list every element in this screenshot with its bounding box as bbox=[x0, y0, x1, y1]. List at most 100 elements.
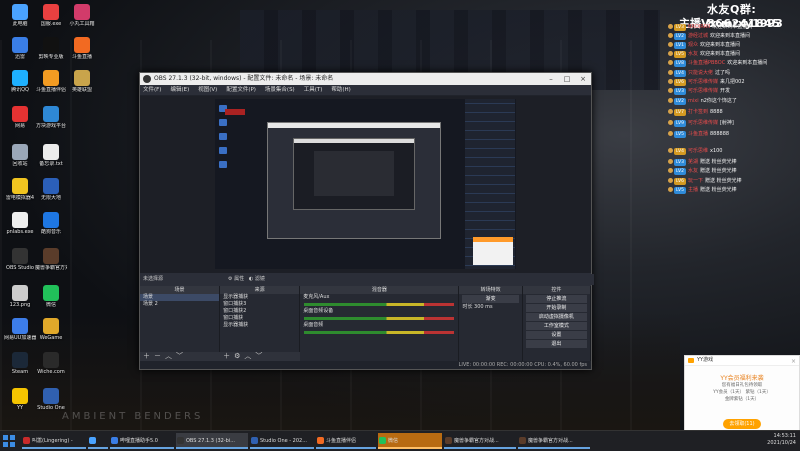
chat-username[interactable]: 芜湖 bbox=[688, 159, 698, 165]
audio-meter[interactable] bbox=[304, 331, 455, 334]
chat-username[interactable]: 观众 bbox=[688, 42, 698, 48]
audio-meter[interactable] bbox=[304, 303, 455, 306]
desktop-icon[interactable]: OBS Studio bbox=[4, 248, 36, 271]
chat-username[interactable]: mixi bbox=[688, 98, 699, 104]
chat-username[interactable]: 可乐思维传媒 bbox=[688, 88, 718, 94]
chat-username[interactable]: 水友 bbox=[688, 51, 698, 57]
obs-window[interactable]: OBS 27.1.3 (32-bit, windows) - 配置文件: 未命名… bbox=[139, 72, 594, 370]
chat-username[interactable]: 打卡签到 bbox=[688, 109, 708, 115]
taskbar-item[interactable]: Studio One - 202... bbox=[250, 433, 314, 449]
taskbar-item[interactable]: 哔哩直播助手5.0 bbox=[110, 433, 174, 449]
desktop-icon[interactable]: 方块游戏平台 bbox=[35, 106, 67, 129]
menu-tools[interactable]: 工具(T) bbox=[304, 85, 323, 95]
desktop-icon[interactable]: 无限大地 bbox=[35, 178, 67, 201]
desktop-icon[interactable]: 斗鱼直播伴侣 bbox=[35, 70, 67, 93]
desktop-icon[interactable]: 网易 bbox=[4, 106, 36, 129]
maximize-icon[interactable]: □ bbox=[559, 73, 575, 85]
menu-scene-collection[interactable]: 场景集合(S) bbox=[265, 85, 295, 95]
chat-username[interactable]: 玩一下 bbox=[688, 178, 703, 184]
exit-button[interactable]: 退出 bbox=[525, 340, 587, 348]
taskbar-item[interactable]: 魔兽争霸官方对战... bbox=[518, 433, 590, 449]
taskbar-item[interactable] bbox=[88, 433, 108, 449]
virtual-camera-button[interactable]: 启动虚拟摄像机 bbox=[525, 313, 587, 321]
filters-button[interactable]: 滤镜 bbox=[255, 276, 265, 282]
desktop-icon[interactable]: 小丸工具箱 bbox=[66, 4, 98, 27]
desktop-icon[interactable]: 剪映专业版 bbox=[35, 37, 67, 60]
desktop-icon[interactable]: 123.png bbox=[4, 285, 36, 308]
windows-start-icon[interactable] bbox=[3, 435, 15, 447]
filter-icon[interactable]: ◐ bbox=[249, 276, 253, 282]
desktop-icon[interactable]: pnlabs.exe bbox=[4, 212, 36, 235]
desktop-icon[interactable]: 迅雷 bbox=[4, 37, 36, 60]
taskbar-item[interactable]: 斗鱼直播伴侣 bbox=[316, 433, 376, 449]
source-item[interactable]: 窗口捕获 bbox=[220, 315, 299, 322]
desktop-icon[interactable]: 微信 bbox=[35, 285, 67, 308]
scene-item[interactable]: 场景 bbox=[140, 294, 220, 301]
gear-icon[interactable]: ⚙ bbox=[228, 276, 232, 282]
scenes-dock-footer[interactable]: ＋－︿﹀ bbox=[140, 352, 223, 361]
desktop-icon[interactable]: 英雄联盟 bbox=[66, 70, 98, 93]
source-item[interactable]: 显示器捕获 bbox=[220, 322, 299, 329]
scene-item[interactable]: 场景 2 bbox=[140, 301, 219, 308]
stop-streaming-button[interactable]: 停止推流 bbox=[525, 295, 587, 303]
chat-username[interactable]: 只能说大佬 bbox=[688, 70, 713, 76]
sources-dock-footer[interactable]: ＋⚙︿﹀ bbox=[220, 352, 303, 361]
chat-username[interactable]: 斗鱼直播 bbox=[688, 131, 708, 137]
close-icon[interactable]: × bbox=[575, 73, 591, 85]
system-tray-clock[interactable]: 14:53:11 2021/10/24 bbox=[767, 433, 796, 447]
menu-help[interactable]: 帮助(H) bbox=[331, 85, 350, 95]
desktop-icon[interactable]: 魔兽争霸官方对战平台 bbox=[35, 248, 67, 271]
taskbar-item[interactable]: 微信 bbox=[378, 433, 442, 449]
settings-button[interactable]: 设置 bbox=[525, 331, 587, 339]
source-item[interactable]: 窗口捕获2 bbox=[220, 308, 299, 315]
transition-select[interactable]: 渐变 bbox=[462, 295, 519, 303]
desktop-icon[interactable]: 回收站 bbox=[4, 144, 36, 167]
obs-titlebar[interactable]: OBS 27.1.3 (32-bit, windows) - 配置文件: 未命名… bbox=[140, 73, 591, 85]
chat-username[interactable]: BROIRRII bbox=[688, 24, 710, 30]
desktop-icon[interactable]: Steam bbox=[4, 352, 36, 375]
desktop-icon[interactable]: 雷电模拟器4 bbox=[4, 178, 36, 201]
desktop-icon[interactable]: 酷狗音乐 bbox=[35, 212, 67, 235]
obs-preview-area[interactable] bbox=[140, 96, 591, 273]
desktop-icon[interactable]: Wiche.com bbox=[35, 352, 67, 375]
properties-button[interactable]: 属性 bbox=[234, 276, 244, 282]
chat-text: 赠送 粉丝荧光棒 bbox=[699, 168, 737, 174]
obs-preview-canvas[interactable] bbox=[215, 99, 516, 269]
desktop-icon[interactable]: 备忘录.txt bbox=[35, 144, 67, 167]
duration-input[interactable]: 300 ms bbox=[474, 304, 493, 310]
taskbar-item[interactable]: 叫嚣(Lingering) - bbox=[22, 433, 86, 449]
chat-username[interactable]: 斗鱼直播PBBOC bbox=[688, 60, 725, 66]
desktop-icon[interactable]: 国服.exe bbox=[35, 4, 67, 27]
chat-username[interactable]: 可乐思维传媒 bbox=[688, 79, 718, 85]
desktop-icon[interactable]: 此电脑 bbox=[4, 4, 36, 27]
start-recording-button[interactable]: 开始录制 bbox=[525, 304, 587, 312]
desktop-icon[interactable]: YY bbox=[4, 388, 36, 411]
taskbar-item[interactable]: 魔兽争霸官方对战... bbox=[444, 433, 516, 449]
claim-button[interactable]: 去领取(11) bbox=[723, 419, 761, 429]
menu-file[interactable]: 文件(F) bbox=[143, 85, 161, 95]
desktop-icon[interactable]: 腾讯QQ bbox=[4, 70, 36, 93]
app-icon bbox=[12, 37, 28, 53]
chat-username[interactable]: 游经过城 bbox=[688, 33, 708, 39]
transitions-dock: 转场特效 渐变 时长 300 ms bbox=[459, 286, 523, 361]
minimize-icon[interactable]: – bbox=[543, 73, 559, 85]
source-item[interactable]: 显示器捕获 bbox=[220, 294, 299, 301]
desktop-icon[interactable]: 网易UU加速器 bbox=[4, 318, 36, 341]
audio-meter[interactable] bbox=[304, 317, 455, 320]
menu-view[interactable]: 视图(V) bbox=[198, 85, 217, 95]
menu-profile[interactable]: 配置文件(P) bbox=[226, 85, 256, 95]
close-icon[interactable]: × bbox=[791, 357, 796, 366]
desktop-icon-label: pnlabs.exe bbox=[6, 229, 34, 235]
desktop-icon[interactable]: 斗鱼直播 bbox=[66, 37, 98, 60]
chat-username[interactable]: 可乐思维 bbox=[688, 148, 708, 154]
desktop-icon[interactable]: WeGame bbox=[35, 318, 67, 341]
taskbar-item[interactable]: OBS 27.1.3 (32-bi... bbox=[176, 433, 248, 449]
yy-popup[interactable]: YY游戏 × YY会员福利来袭 您有福日礼包待领取 YY会员（1天） 紫钻（1天… bbox=[684, 355, 800, 434]
chat-username[interactable]: 主播 bbox=[688, 187, 698, 193]
desktop-icon[interactable]: Studio One bbox=[35, 388, 67, 411]
source-item[interactable]: 窗口捕获3 bbox=[220, 301, 299, 308]
chat-username[interactable]: 水友 bbox=[688, 168, 698, 174]
chat-username[interactable]: 可乐思维传媒 bbox=[688, 120, 718, 126]
studio-mode-button[interactable]: 工作室模式 bbox=[525, 322, 587, 330]
menu-edit[interactable]: 编辑(E) bbox=[170, 85, 189, 95]
